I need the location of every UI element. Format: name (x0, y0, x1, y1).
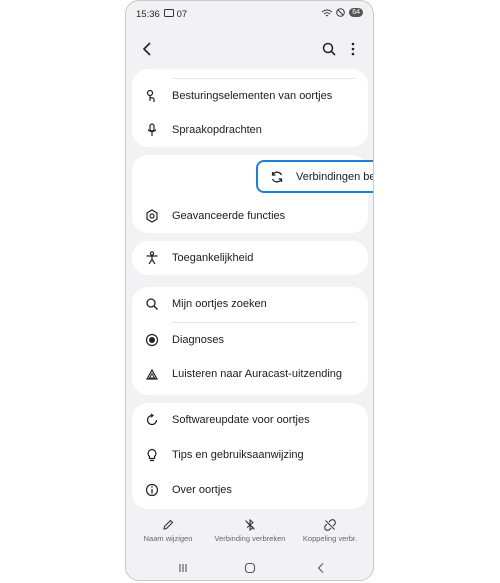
rename-button[interactable]: Naam wijzigen (128, 519, 208, 543)
menu-item-software-update[interactable]: Softwareupdate voor oortjes (132, 403, 368, 437)
menu-item-label: Softwareupdate voor oortjes (172, 414, 310, 426)
home-icon[interactable] (244, 562, 256, 574)
menu-item-diagnostics[interactable]: Diagnoses (132, 323, 368, 357)
broadcast-icon (145, 368, 159, 380)
menu-item-accessibility[interactable]: Toegankelijkheid (132, 241, 368, 275)
system-nav-bar (126, 559, 373, 579)
phone-frame: 15:36 07 64 Besturingselementen van oort… (125, 0, 374, 581)
lightbulb-icon (147, 448, 157, 462)
highlighted-menu-item-manage-connections[interactable]: Verbindingen beheren (256, 160, 373, 193)
settings-group-find: Mijn oortjes zoeken Diagnoses Luisteren … (132, 287, 368, 395)
search-icon (146, 298, 158, 310)
menu-item-label: Geavanceerde functies (172, 210, 286, 222)
menu-item-label: Diagnoses (172, 334, 224, 346)
menu-item-label: Tips en gebruiksaanwijzing (172, 449, 304, 461)
disconnect-button[interactable]: Verbinding verbreken (210, 518, 290, 543)
search-icon[interactable] (322, 42, 336, 56)
unlink-icon (324, 519, 336, 531)
menu-item-label: Luisteren naar Auracast-uitzending (172, 368, 342, 380)
pencil-icon (163, 519, 174, 530)
diagnostics-icon (145, 333, 159, 347)
screenshot-icon (164, 9, 174, 17)
accessibility-icon (146, 251, 158, 265)
settings-group-about: Softwareupdate voor oortjes Tips en gebr… (132, 403, 368, 509)
unpair-button[interactable]: Koppeling verbr. (290, 519, 370, 543)
menu-item-find-earbuds[interactable]: Mijn oortjes zoeken (132, 287, 368, 321)
wifi-icon (321, 9, 333, 16)
status-time: 15:36 (136, 9, 160, 20)
menu-item-about[interactable]: Over oortjes (132, 473, 368, 507)
more-vert-icon[interactable] (348, 41, 358, 57)
advanced-gear-icon (146, 209, 158, 223)
menu-item-label: Besturingselementen van oortjes (172, 90, 333, 102)
menu-item-label: Toegankelijkheid (172, 252, 254, 264)
menu-item-label: Mijn oortjes zoeken (172, 298, 267, 310)
settings-group-controls: Besturingselementen van oortjes Spraakop… (132, 69, 368, 147)
menu-item-label: Spraakopdrachten (172, 124, 262, 136)
microphone-icon (147, 123, 157, 136)
menu-item-auracast[interactable]: Luisteren naar Auracast-uitzending (132, 357, 368, 391)
info-icon (145, 483, 159, 497)
status-extra-text: 07 (176, 9, 188, 20)
sync-icon (271, 171, 283, 183)
settings-group-accessibility: Toegankelijkheid (132, 241, 368, 275)
bluetooth-off-icon (245, 518, 255, 532)
disconnect-label: Verbinding verbreken (214, 534, 286, 543)
menu-item-label: Verbindingen beheren (296, 171, 373, 183)
top-bar (126, 37, 373, 63)
menu-item-advanced-features[interactable]: Geavanceerde functies (132, 199, 368, 233)
update-icon (146, 413, 158, 426)
menu-item-voice-commands[interactable]: Spraakopdrachten (132, 113, 368, 147)
status-bar: 15:36 07 64 (126, 1, 373, 29)
back-arrow-icon[interactable] (140, 41, 156, 57)
back-icon[interactable] (315, 562, 327, 574)
status-extra: 07 (164, 9, 187, 20)
dnd-icon (336, 8, 346, 17)
bottom-action-bar: Naam wijzigen Verbinding verbreken Koppe… (126, 518, 373, 551)
menu-item-touch-controls[interactable]: Besturingselementen van oortjes (132, 79, 368, 113)
touch-controls-icon (146, 89, 155, 102)
battery-badge: 64 (349, 8, 363, 17)
menu-item-label: Over oortjes (172, 484, 232, 496)
recents-icon[interactable] (177, 562, 189, 574)
menu-item-tips[interactable]: Tips en gebruiksaanwijzing (132, 438, 368, 472)
unpair-label: Koppeling verbr. (302, 534, 358, 543)
rename-label: Naam wijzigen (143, 534, 193, 543)
